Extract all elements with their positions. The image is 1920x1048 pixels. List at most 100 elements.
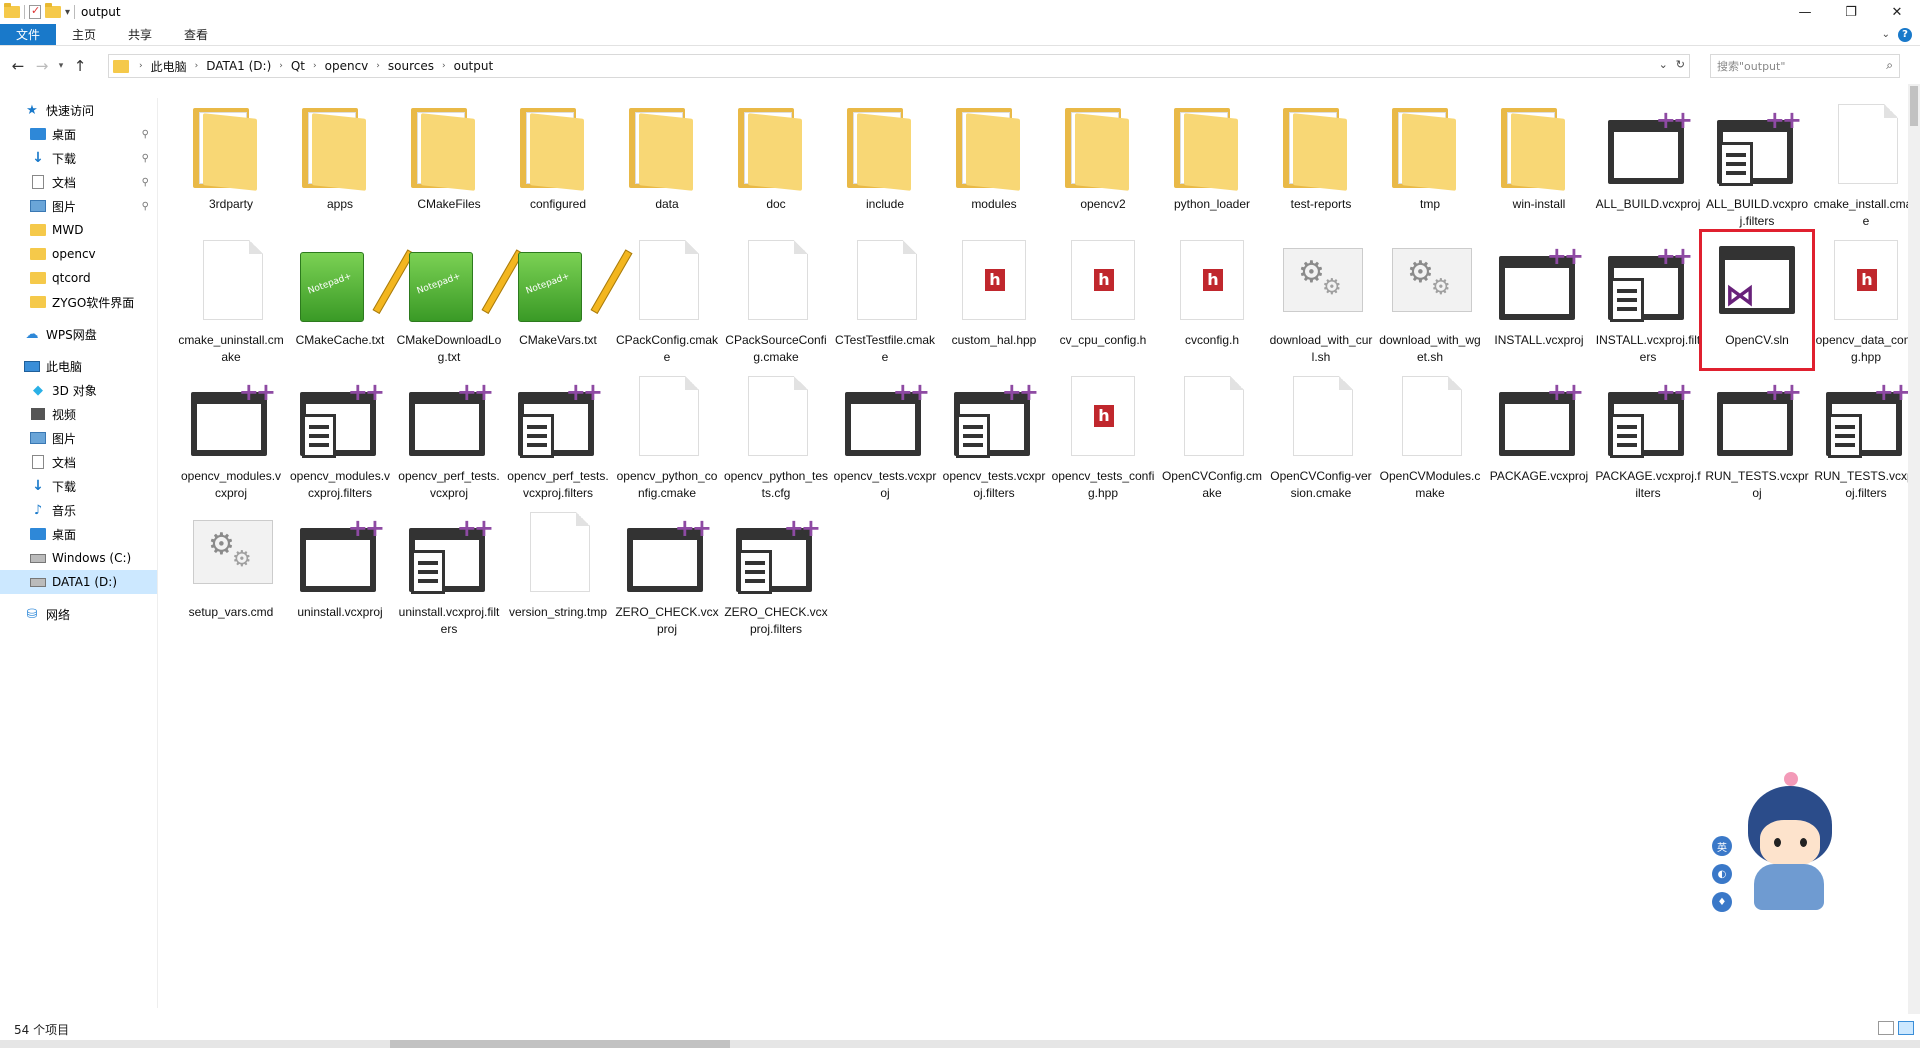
- sidebar-item[interactable]: qtcord: [0, 266, 157, 290]
- chevron-right-icon[interactable]: ›: [374, 61, 382, 71]
- vertical-scrollbar[interactable]: [1908, 84, 1920, 1014]
- file-item[interactable]: h cvconfig.h: [1159, 234, 1265, 366]
- file-item[interactable]: ++ opencv_tests.vcxproj: [832, 370, 938, 502]
- file-item[interactable]: CPackConfig.cmake: [614, 234, 720, 366]
- sidebar-item[interactable]: 此电脑: [0, 354, 157, 378]
- large-icons-view-icon[interactable]: [1898, 1021, 1914, 1035]
- chevron-right-icon[interactable]: ›: [137, 61, 145, 71]
- file-item[interactable]: cmake_install.cmake: [1813, 98, 1919, 230]
- sidebar-item[interactable]: 桌面: [0, 522, 157, 546]
- file-item[interactable]: configured: [505, 98, 611, 230]
- mascot-avatar[interactable]: [1708, 772, 1858, 922]
- tab-share[interactable]: 共享: [112, 24, 168, 45]
- scrollbar-thumb[interactable]: [1910, 86, 1918, 126]
- folder-icon[interactable]: [4, 3, 20, 18]
- file-item[interactable]: version_string.tmp: [505, 506, 611, 638]
- back-icon[interactable]: ←: [6, 57, 30, 75]
- file-item[interactable]: opencv2: [1050, 98, 1156, 230]
- address-bar[interactable]: › 此电脑 › DATA1 (D:) › Qt › opencv › sourc…: [108, 54, 1690, 78]
- search-input[interactable]: 搜索"output" ⌕: [1710, 54, 1900, 78]
- sidebar-item[interactable]: ZYGO软件界面: [0, 290, 157, 314]
- tab-file[interactable]: 文件: [0, 24, 56, 45]
- file-item[interactable]: ++ opencv_perf_tests.vcxproj.filters: [505, 370, 611, 502]
- forward-icon[interactable]: →: [30, 57, 54, 75]
- file-item[interactable]: ++ PACKAGE.vcxproj.filters: [1595, 370, 1701, 502]
- file-item[interactable]: h custom_hal.hpp: [941, 234, 1047, 366]
- recent-locations-icon[interactable]: ▾: [54, 61, 68, 71]
- minimize-button[interactable]: —: [1782, 0, 1828, 24]
- file-item[interactable]: ++ ZERO_CHECK.vcxproj.filters: [723, 506, 829, 638]
- breadcrumb-this-pc[interactable]: 此电脑: [145, 58, 193, 75]
- sidebar-item[interactable]: 图片: [0, 426, 157, 450]
- file-item[interactable]: h cv_cpu_config.h: [1050, 234, 1156, 366]
- tab-home[interactable]: 主页: [56, 24, 112, 45]
- sidebar-item[interactable]: ★ 快速访问: [0, 98, 157, 122]
- breadcrumb-qt[interactable]: Qt: [285, 59, 311, 73]
- file-item[interactable]: OpenCVConfig-version.cmake: [1268, 370, 1374, 502]
- file-item[interactable]: ++ opencv_perf_tests.vcxproj: [396, 370, 502, 502]
- file-item[interactable]: test-reports: [1268, 98, 1374, 230]
- expand-ribbon-icon[interactable]: ⌄: [1882, 29, 1890, 40]
- sidebar-item[interactable]: 桌面 ⚲: [0, 122, 157, 146]
- file-item[interactable]: ++ PACKAGE.vcxproj: [1486, 370, 1592, 502]
- file-item[interactable]: download_with_wget.sh: [1377, 234, 1483, 366]
- breadcrumb-output[interactable]: output: [448, 59, 500, 73]
- file-item[interactable]: ⋈ OpenCV.sln: [1699, 229, 1815, 371]
- sidebar-item[interactable]: 图片 ⚲: [0, 194, 157, 218]
- sidebar-item[interactable]: 视频: [0, 402, 157, 426]
- file-item[interactable]: CMakeVars.txt: [505, 234, 633, 366]
- file-item[interactable]: tmp: [1377, 98, 1483, 230]
- breadcrumb-sources[interactable]: sources: [382, 59, 440, 73]
- file-item[interactable]: ++ opencv_modules.vcxproj: [178, 370, 284, 502]
- file-item[interactable]: ++ opencv_tests.vcxproj.filters: [941, 370, 1047, 502]
- sidebar-item[interactable]: MWD: [0, 218, 157, 242]
- file-item[interactable]: setup_vars.cmd: [178, 506, 284, 638]
- file-item[interactable]: ++ ALL_BUILD.vcxproj.filters: [1704, 98, 1810, 230]
- file-item[interactable]: 3rdparty: [178, 98, 284, 230]
- file-item[interactable]: h opencv_tests_config.hpp: [1050, 370, 1156, 502]
- details-view-icon[interactable]: [1878, 1021, 1894, 1035]
- file-item[interactable]: cmake_uninstall.cmake: [178, 234, 284, 366]
- sidebar-item[interactable]: ♪ 音乐: [0, 498, 157, 522]
- file-item[interactable]: apps: [287, 98, 393, 230]
- file-item[interactable]: doc: [723, 98, 829, 230]
- sidebar-item[interactable]: ↓ 下载: [0, 474, 157, 498]
- chevron-right-icon[interactable]: ›: [440, 61, 448, 71]
- close-button[interactable]: ✕: [1874, 0, 1920, 24]
- address-dropdown-icon[interactable]: ⌄: [1659, 58, 1668, 71]
- file-item[interactable]: ++ RUN_TESTS.vcxproj: [1704, 370, 1810, 502]
- file-item[interactable]: OpenCVModules.cmake: [1377, 370, 1483, 502]
- help-icon[interactable]: ?: [1898, 27, 1912, 42]
- file-item[interactable]: CTestTestfile.cmake: [832, 234, 938, 366]
- horizontal-scrollbar[interactable]: [0, 1040, 1920, 1048]
- file-item[interactable]: python_loader: [1159, 98, 1265, 230]
- file-item[interactable]: data: [614, 98, 720, 230]
- file-item[interactable]: modules: [941, 98, 1047, 230]
- file-item[interactable]: ++ INSTALL.vcxproj.filters: [1595, 234, 1701, 366]
- file-item[interactable]: download_with_curl.sh: [1268, 234, 1374, 366]
- refresh-icon[interactable]: ↻: [1676, 58, 1685, 71]
- file-item[interactable]: ++ uninstall.vcxproj.filters: [396, 506, 502, 638]
- properties-icon[interactable]: [29, 4, 41, 19]
- customize-toolbar-icon[interactable]: ▾: [65, 7, 70, 18]
- sidebar-item[interactable]: ⛁ 网络: [0, 602, 157, 626]
- sidebar-item[interactable]: ↓ 下载 ⚲: [0, 146, 157, 170]
- scrollbar-thumb[interactable]: [390, 1040, 730, 1048]
- sidebar-item[interactable]: DATA1 (D:): [0, 570, 157, 594]
- new-folder-icon[interactable]: [45, 3, 61, 18]
- file-item[interactable]: h opencv_data_config.hpp: [1813, 234, 1919, 366]
- sidebar-item[interactable]: Windows (C:): [0, 546, 157, 570]
- breadcrumb-opencv[interactable]: opencv: [319, 59, 375, 73]
- file-item[interactable]: ++ RUN_TESTS.vcxproj.filters: [1813, 370, 1919, 502]
- file-item[interactable]: CMakeCache.txt: [287, 234, 415, 366]
- file-item[interactable]: ++ ZERO_CHECK.vcxproj: [614, 506, 720, 638]
- file-item[interactable]: include: [832, 98, 938, 230]
- file-item[interactable]: win-install: [1486, 98, 1592, 230]
- chevron-right-icon[interactable]: ›: [311, 61, 319, 71]
- tab-view[interactable]: 查看: [168, 24, 224, 45]
- sidebar-item[interactable]: 文档 ⚲: [0, 170, 157, 194]
- file-item[interactable]: OpenCVConfig.cmake: [1159, 370, 1265, 502]
- sidebar-item[interactable]: ☁ WPS网盘: [0, 322, 157, 346]
- sidebar-item[interactable]: opencv: [0, 242, 157, 266]
- file-item[interactable]: CMakeFiles: [396, 98, 502, 230]
